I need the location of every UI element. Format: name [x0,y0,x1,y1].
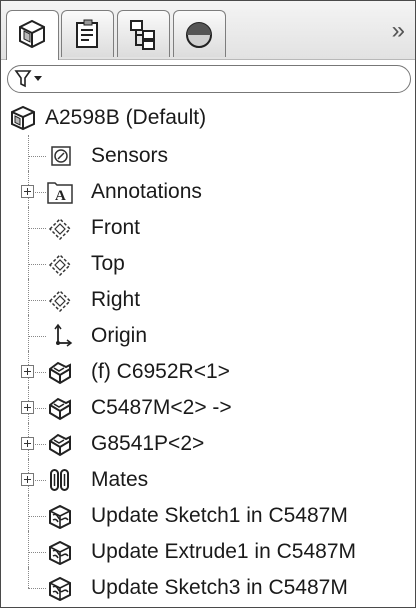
tree-connector [28,588,46,589]
expand-icon[interactable] [21,401,34,414]
tree-item[interactable]: Update Sketch1 in C5487M [1,495,415,533]
tree-connector [28,300,46,301]
feature-manager-panel: » A2598B (Default) Sensors A Annotations Fr… [0,0,416,608]
assembly-icon [11,105,35,131]
tree-connector [28,516,46,517]
tree-item-label: C5487M<2> -> [91,396,232,419]
mates-icon [50,469,69,491]
tree-connector [28,207,29,245]
tree-connector [28,243,29,281]
tree-item[interactable]: Sensors [1,135,415,173]
appearance-icon [186,22,212,48]
tree-root-label: A2598B (Default) [45,106,207,129]
sensor-icon [51,146,71,166]
tree-connector [28,135,29,173]
tree-item-label: Annotations [91,180,202,203]
tree-connector [28,531,29,569]
tree-item[interactable]: Right [1,279,415,317]
expand-icon[interactable] [21,185,34,198]
tree-item[interactable]: Mates [1,459,415,497]
display-manager-tab[interactable] [173,10,226,57]
tree-item[interactable]: Origin [1,315,415,353]
tree-connector [28,264,46,265]
tree-connector [28,228,46,229]
update-icon [49,504,71,529]
tree-item[interactable]: Update Sketch3 in C5487M [1,567,415,605]
chevron-down-icon [34,76,42,81]
tree-item-label: Sensors [91,144,169,167]
tree-item-label: Right [91,288,141,311]
update-icon [49,540,71,565]
part-icon [49,397,71,421]
tree-item[interactable]: Update Extrude1 in C5487M [1,531,415,569]
tree-filter-input[interactable] [7,65,411,93]
configuration-manager-tab[interactable] [117,10,170,57]
tree-connector [28,495,29,533]
expand-icon[interactable] [21,473,34,486]
tree-connector [28,279,29,317]
tree-item[interactable]: (f) C6952R<1> [1,351,415,389]
tree-connector [28,336,46,337]
tree-item-label: Update Sketch3 in C5487M [91,576,348,599]
tree-connector [28,156,46,157]
tree-item-label: Top [91,252,125,275]
feature-manager-tab[interactable] [6,10,59,60]
plane-icon [48,289,72,313]
tree-item-label: Update Sketch1 in C5487M [91,504,348,527]
part-icon [49,433,71,457]
part-icon [49,361,71,385]
tree-item[interactable]: G8541P<2> [1,423,415,461]
tree-item[interactable]: Front [1,207,415,245]
expand-icon[interactable] [21,437,34,450]
property-icon [76,19,98,48]
chevron-right-icon[interactable]: » [392,17,405,45]
expand-icon[interactable] [21,365,34,378]
tree-item-label: Front [91,216,141,239]
tree-root[interactable]: A2598B (Default) [1,101,415,135]
tree-item[interactable]: C5487M<2> -> [1,387,415,425]
origin-icon [54,323,73,347]
configuration-icon [130,20,155,50]
manager-tab-bar: » [1,1,415,60]
tree-item-label: Origin [91,324,148,347]
update-icon [49,576,71,601]
property-manager-tab[interactable] [61,10,114,57]
tree-item[interactable]: A Annotations [1,171,415,209]
plane-icon [48,217,72,241]
tree-item[interactable]: Top [1,243,415,281]
tree-connector [28,315,29,353]
tree-item-label: Mates [91,468,149,491]
svg-text:A: A [55,188,66,204]
tree-connector [28,567,29,588]
feature-tree: A2598B (Default) Sensors A Annotations Fron… [1,99,415,607]
tree-item-label: G8541P<2> [91,432,205,455]
assembly-icon [19,19,45,49]
tree-connector [28,552,46,553]
annotation-icon: A [47,182,73,204]
filter-icon[interactable] [14,69,48,89]
tree-item-label: Update Extrude1 in C5487M [91,540,356,563]
tree-item-label: (f) C6952R<1> [91,360,230,383]
plane-icon [48,253,72,277]
